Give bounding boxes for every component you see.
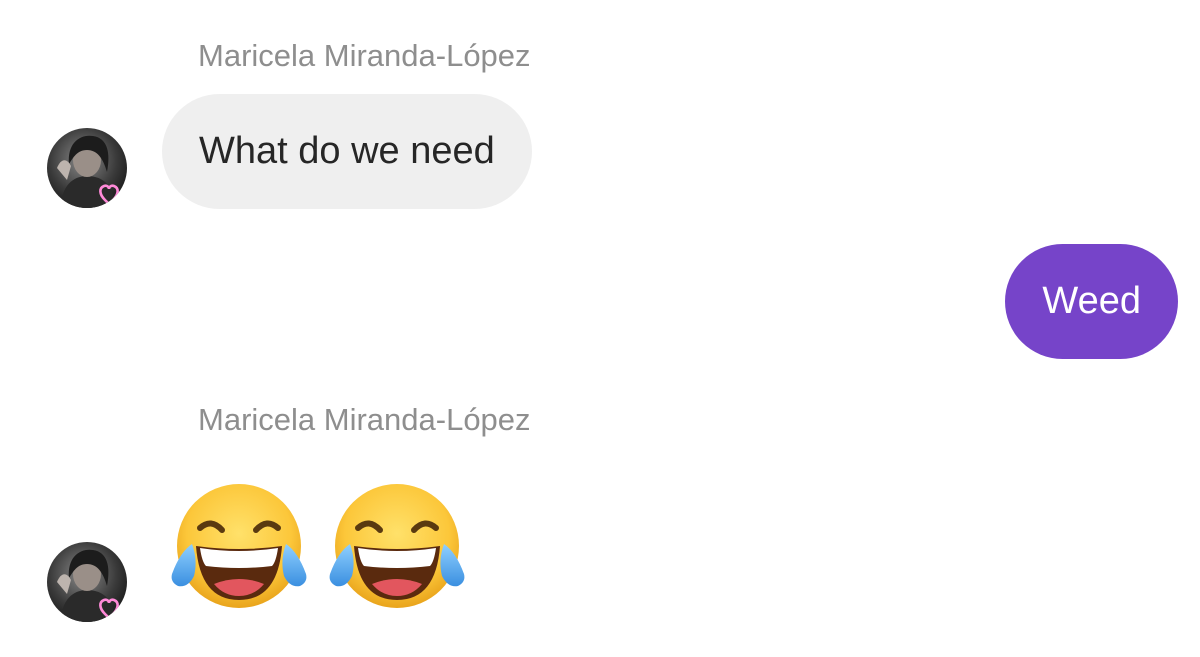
profile-photo-with-heart-icon[interactable] [47, 542, 127, 622]
profile-photo-with-heart-icon[interactable] [47, 128, 127, 208]
emoji-message[interactable] [166, 478, 470, 618]
sender-name: Maricela Miranda-López [198, 38, 531, 73]
sender-name: Maricela Miranda-López [198, 402, 531, 437]
message-text: What do we need [199, 130, 495, 172]
face-with-tears-of-joy-icon [324, 478, 470, 618]
face-with-tears-of-joy-icon [166, 478, 312, 618]
outgoing-message-bubble[interactable]: Weed [1005, 244, 1178, 359]
incoming-message-bubble[interactable]: What do we need [162, 94, 532, 209]
message-text: Weed [1042, 280, 1141, 322]
